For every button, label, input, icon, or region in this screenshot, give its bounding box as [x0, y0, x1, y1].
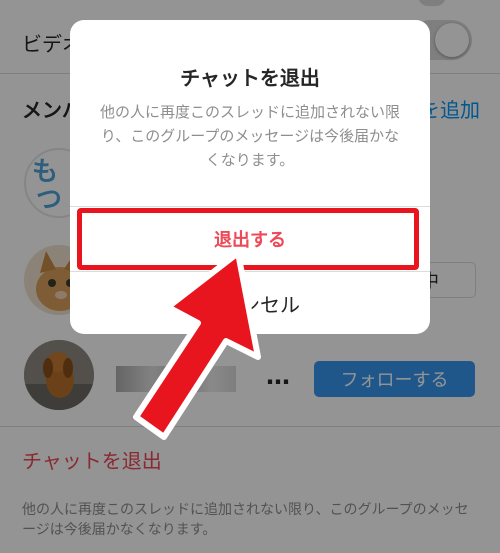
dialog-message: 他の人に再度このスレッドに追加されない限り、このグループのメッセージは今後届かな… [99, 103, 400, 169]
dialog-title: チャットを退出 [180, 66, 320, 90]
annotation-arrow-icon [133, 250, 261, 440]
